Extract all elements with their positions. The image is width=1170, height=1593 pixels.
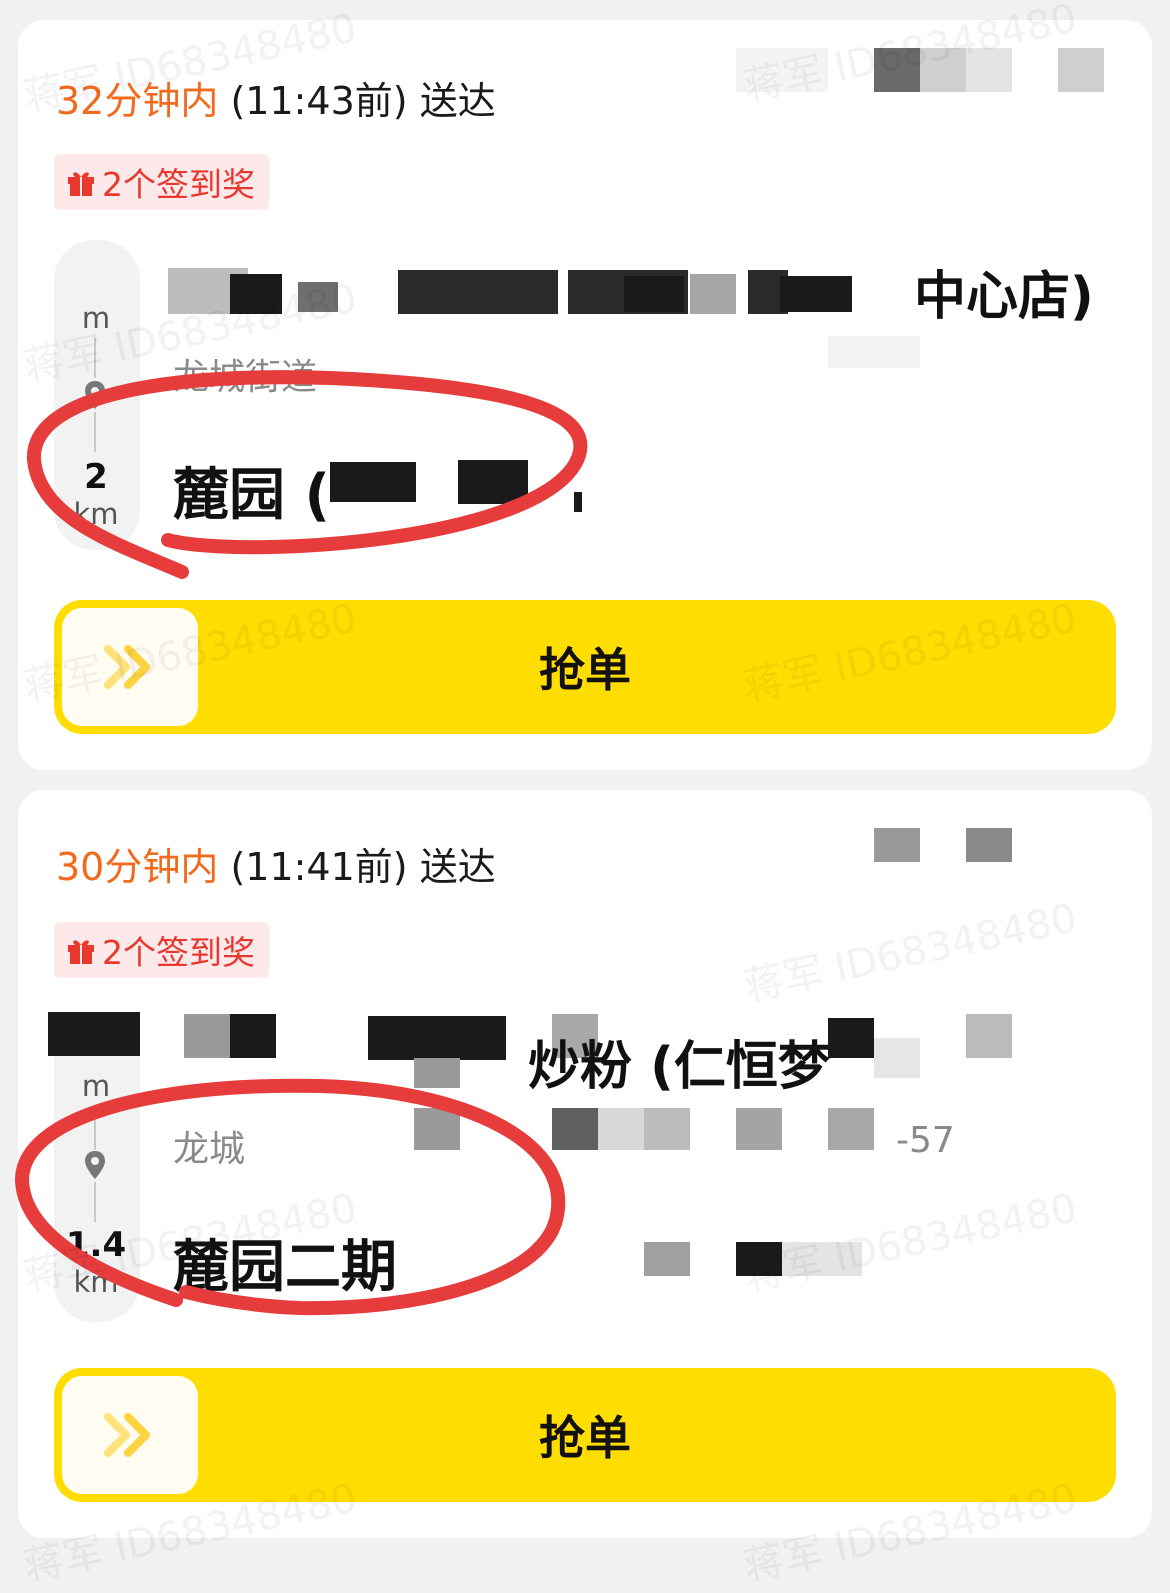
route-line [94, 1108, 96, 1150]
order-card-1[interactable]: 32分钟内 (11:43前) 送达 2个签到奖 m 2 km 中心店) 龙城街道… [18, 20, 1152, 770]
redaction [414, 1108, 460, 1150]
destination-name: 麓园 ( [173, 463, 331, 528]
distance-unit-top: m [81, 1069, 111, 1103]
redaction [644, 1242, 690, 1276]
redaction [736, 48, 828, 92]
grab-order-label: 抢单 [539, 643, 631, 697]
redaction [690, 274, 736, 314]
eta-deadline: (11:43前) 送达 [230, 79, 496, 123]
redaction [414, 1058, 460, 1088]
redaction [624, 276, 684, 312]
redaction [736, 1242, 782, 1276]
redaction [230, 274, 282, 314]
redaction [644, 1108, 690, 1150]
shop-name: 炒粉 (仁恒梦 [528, 1037, 830, 1097]
distance-value: 2 [84, 457, 108, 497]
distance-unit: km [73, 497, 119, 531]
checkin-reward-badge: 2个签到奖 [54, 154, 269, 210]
shop-address: 龙城 [173, 1129, 246, 1170]
redaction [48, 1012, 140, 1056]
distance-value: 1.4 [65, 1225, 127, 1265]
grab-order-button[interactable]: 抢单 [54, 600, 1116, 734]
redaction [966, 48, 1012, 92]
redaction [874, 1038, 920, 1078]
redaction [574, 492, 582, 512]
location-pin-icon [85, 381, 105, 409]
redaction [874, 828, 920, 862]
delivery-eta: 32分钟内 (11:43前) 送达 [56, 70, 496, 125]
checkin-reward-badge: 2个签到奖 [54, 922, 269, 978]
redaction [230, 1014, 276, 1058]
redaction [966, 1014, 1012, 1058]
redaction [874, 48, 920, 92]
redaction [782, 1242, 862, 1276]
redaction [828, 336, 920, 368]
destination-name: 麓园二期 [173, 1235, 397, 1300]
location-pin-icon [85, 1151, 105, 1179]
shop-name: 中心店) [914, 267, 1094, 327]
redaction [552, 1108, 598, 1150]
redaction [828, 1018, 874, 1058]
redaction [780, 276, 852, 312]
gift-icon [68, 172, 94, 196]
redaction [1058, 48, 1104, 92]
eta-deadline: (11:41前) 送达 [230, 845, 496, 889]
route-line [94, 338, 96, 378]
badge-label: 2个签到奖 [102, 933, 255, 972]
redaction [966, 828, 1012, 862]
eta-minutes: 32分钟内 [56, 79, 219, 123]
redaction [828, 1108, 874, 1150]
distance-unit: km [73, 1265, 119, 1299]
redaction [184, 1014, 230, 1058]
redaction [598, 1108, 644, 1150]
route-line [94, 1182, 96, 1222]
order-card-2[interactable]: 30分钟内 (11:41前) 送达 2个签到奖 m 1.4 km 炒粉 (仁恒梦… [18, 790, 1152, 1538]
badge-label: 2个签到奖 [102, 165, 255, 204]
redaction [330, 462, 416, 502]
redaction [920, 48, 966, 92]
shop-address-tail: -57 [896, 1120, 955, 1161]
delivery-eta: 30分钟内 (11:41前) 送达 [56, 836, 496, 891]
redaction [398, 270, 558, 314]
grab-order-label: 抢单 [539, 1411, 631, 1465]
route-line [94, 412, 96, 452]
redaction [736, 1108, 782, 1150]
redaction [458, 460, 528, 504]
eta-minutes: 30分钟内 [56, 845, 219, 889]
shop-address: 龙城街道 [173, 357, 318, 398]
redaction [298, 282, 338, 312]
grab-order-button[interactable]: 抢单 [54, 1368, 1116, 1502]
redaction [368, 1016, 506, 1060]
gift-icon [68, 940, 94, 964]
distance-unit-top: m [81, 301, 111, 335]
